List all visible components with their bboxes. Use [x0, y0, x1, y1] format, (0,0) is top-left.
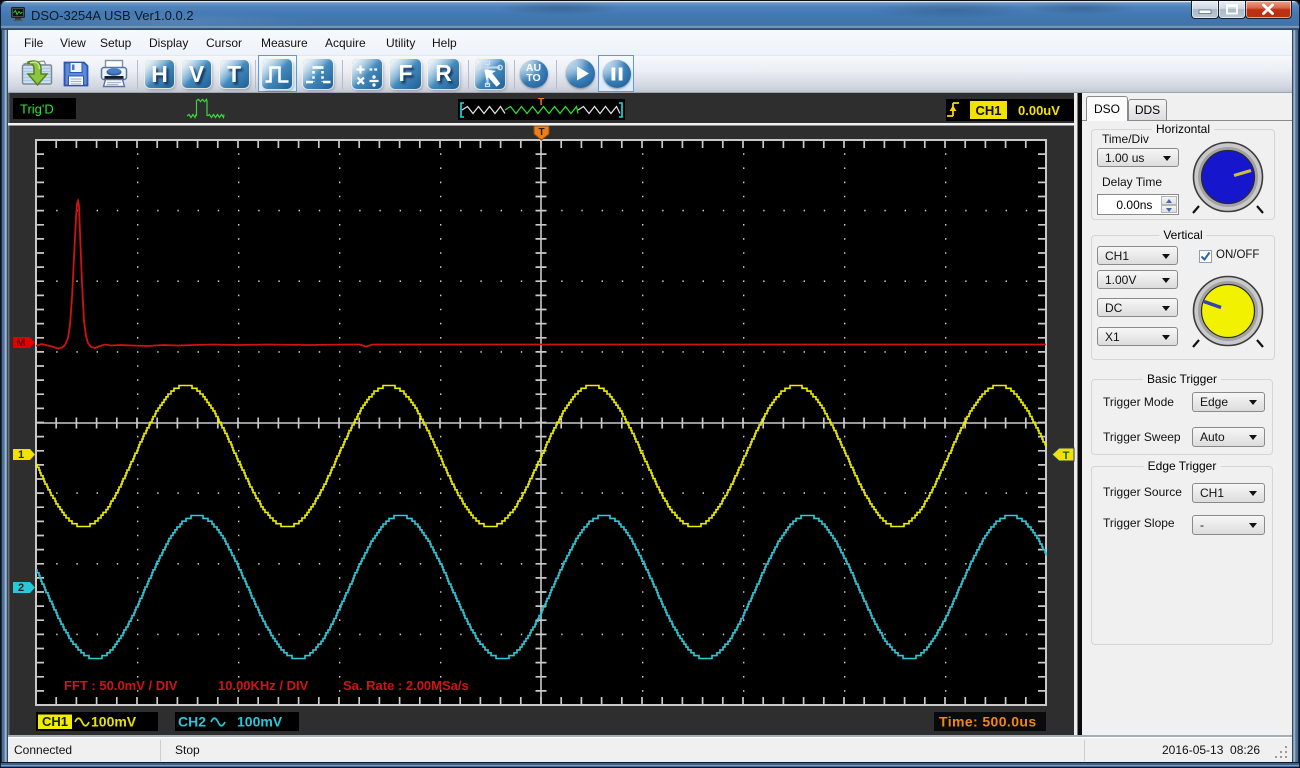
svg-text:0.00uV: 0.00uV	[1018, 103, 1060, 118]
svg-text:Sa. Rate : 2.00MSa/s: Sa. Rate : 2.00MSa/s	[343, 678, 469, 693]
svg-text:M: M	[16, 337, 25, 349]
svg-text:100mV: 100mV	[91, 714, 137, 730]
svg-text:T: T	[1063, 450, 1070, 462]
svg-text:2: 2	[18, 582, 24, 594]
svg-text:100mV: 100mV	[237, 714, 283, 730]
svg-text:T: T	[538, 127, 544, 138]
svg-text:CH1: CH1	[975, 103, 1001, 118]
svg-text:10.00KHz / DIV: 10.00KHz / DIV	[218, 678, 309, 693]
svg-text:FFT : 50.0mV / DIV: FFT : 50.0mV / DIV	[64, 678, 178, 693]
svg-text:Trig'D: Trig'D	[20, 102, 54, 117]
svg-text:T: T	[538, 97, 544, 108]
svg-text:CH2: CH2	[178, 714, 206, 730]
svg-text:Time: 500.0us: Time: 500.0us	[939, 714, 1037, 730]
svg-text:1: 1	[18, 449, 24, 461]
svg-text:CH1: CH1	[42, 714, 68, 729]
